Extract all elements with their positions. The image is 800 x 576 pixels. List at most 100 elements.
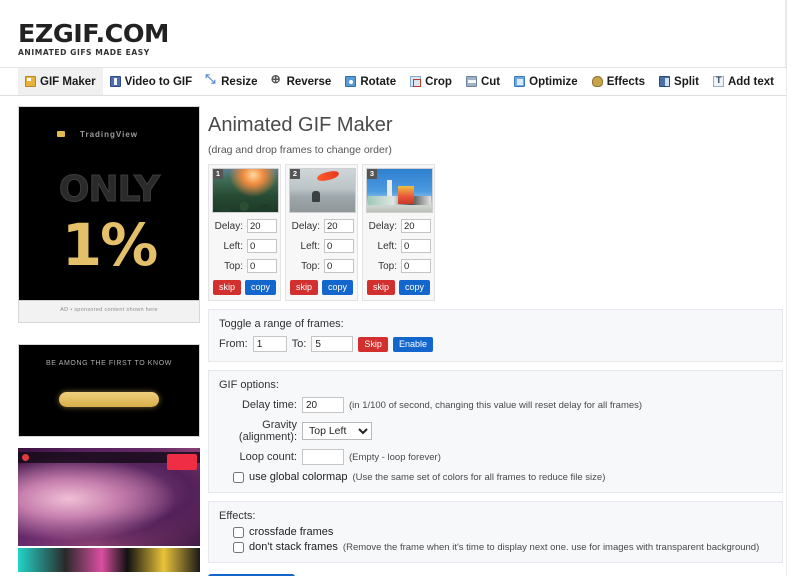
nav-item-cut[interactable]: Cut (459, 68, 507, 95)
gravity-select[interactable]: Top Left (302, 422, 372, 440)
frame-number: 2 (290, 169, 300, 179)
range-from-input[interactable] (252, 336, 287, 352)
site-header: EZGIF.COM ANIMATED GIFS MADE EASY (0, 0, 786, 67)
nav-item-split[interactable]: Split (652, 68, 706, 95)
nav-item-video-to-gif[interactable]: Video to GIF (103, 68, 200, 95)
frame-skip-button[interactable]: skip (290, 280, 319, 295)
frame-left-input[interactable] (247, 239, 277, 253)
ad-banner-secondary[interactable]: BE AMONG THE FIRST TO KNOW (18, 344, 200, 437)
nav-label: Effects (606, 75, 646, 88)
loop-count-input[interactable] (302, 449, 344, 465)
ad-banner-primary[interactable]: TradingView ONLY 1% AD • sponsored conte… (18, 106, 200, 323)
frame-item[interactable]: 2 Delay: Left: Top: skip copy (285, 164, 358, 301)
nav-item-add-text[interactable]: Add text (706, 68, 781, 95)
frame-thumbnail[interactable]: 2 (289, 168, 356, 213)
global-colormap-hint: (Use the same set of colors for all fram… (352, 471, 606, 483)
delay-time-row: Delay time: (in 1/100 of second, changin… (219, 397, 772, 413)
nav-label: Rotate (360, 75, 397, 88)
ad3-thumbnail (18, 448, 200, 546)
nav-item-rotate[interactable]: Rotate (338, 68, 403, 95)
page-subtitle: (drag and drop frames to change order) (208, 144, 392, 156)
effects-panel: Effects: crossfade frames don't stack fr… (208, 501, 783, 563)
nav-label: Crop (425, 75, 452, 88)
frame-delay-input[interactable] (401, 219, 431, 233)
effects-title: Effects: (219, 510, 256, 522)
frame-delay-input[interactable] (324, 219, 354, 233)
ad-banner-video[interactable] (18, 444, 200, 572)
range-to-input[interactable] (311, 336, 354, 352)
loop-count-hint: (Empty - loop forever) (349, 451, 441, 463)
frame-left-input[interactable] (401, 239, 431, 253)
range-enable-button[interactable]: Enable (392, 336, 433, 352)
frame-top-input[interactable] (324, 259, 354, 273)
frame-delay-input[interactable] (247, 219, 277, 233)
frame-top-row: Top: (289, 259, 354, 273)
frames-list: 1 Delay: Left: Top: skip copy (208, 164, 774, 301)
frame-thumbnail[interactable]: 3 (366, 168, 433, 213)
nav-item-reverse[interactable]: Reverse (265, 68, 339, 95)
toggle-range-panel: Toggle a range of frames: From: To: Skip… (208, 309, 783, 362)
gif-options-panel: GIF options: Delay time: (in 1/100 of se… (208, 370, 783, 493)
nav-label: Resize (221, 75, 258, 88)
frame-left-row: Left: (212, 239, 277, 253)
rotate-icon (345, 76, 357, 87)
range-skip-button[interactable]: Skip (358, 336, 388, 352)
frame-copy-button[interactable]: copy (322, 280, 354, 295)
page-root: EZGIF.COM ANIMATED GIFS MADE EASY GIF Ma… (0, 0, 800, 576)
frame-delay-row: Delay: (366, 219, 431, 233)
frame-left-label: Left: (223, 240, 243, 252)
frame-delay-label: Delay: (368, 220, 397, 232)
frame-top-label: Top: (378, 260, 397, 272)
gravity-row: Gravity (alignment): Top Left (219, 419, 772, 443)
logo-wordmark: EZGIF.COM (18, 19, 169, 48)
nav-item-optimize[interactable]: Optimize (507, 68, 585, 95)
dont-stack-checkbox[interactable] (233, 541, 244, 553)
frame-thumbnail[interactable]: 1 (212, 168, 279, 213)
frame-top-input[interactable] (247, 259, 277, 273)
toggle-range-title: Toggle a range of frames: (219, 318, 344, 330)
record-dot-icon (22, 454, 29, 461)
ad2-text: BE AMONG THE FIRST TO KNOW (46, 360, 172, 367)
nav-label: Video to GIF (124, 75, 193, 88)
frame-left-input[interactable] (324, 239, 354, 253)
frame-copy-button[interactable]: copy (399, 280, 431, 295)
gravity-label: Gravity (alignment): (238, 419, 297, 443)
site-logo[interactable]: EZGIF.COM ANIMATED GIFS MADE EASY (18, 19, 169, 57)
ad2-cta-button[interactable] (59, 392, 159, 407)
page-title: Animated GIF Maker (208, 114, 393, 136)
optimize-icon (514, 76, 526, 87)
frame-thumbnail-detail (368, 195, 431, 206)
dont-stack-row: don't stack frames (Remove the frame whe… (219, 541, 772, 553)
frame-number: 3 (367, 169, 377, 179)
delay-time-input[interactable] (302, 397, 344, 413)
loop-count-label: Loop count: (239, 451, 298, 463)
gif-maker-icon (25, 76, 36, 87)
dont-stack-hint: (Remove the frame when it's time to disp… (342, 541, 760, 553)
main-navigation: GIF Maker Video to GIF Resize Reverse Ro… (0, 67, 799, 96)
page-right-margin (786, 0, 800, 576)
nav-label: Optimize (529, 75, 578, 88)
nav-item-crop[interactable]: Crop (403, 68, 459, 95)
nav-item-effects[interactable]: Effects (585, 68, 652, 95)
nav-label: Reverse (286, 75, 332, 88)
nav-item-resize[interactable]: Resize (199, 68, 264, 95)
frame-skip-button[interactable]: skip (367, 280, 396, 295)
ad-headline: ONLY (58, 169, 160, 211)
global-colormap-checkbox[interactable] (233, 471, 244, 483)
frame-left-row: Left: (289, 239, 354, 253)
frame-item[interactable]: 1 Delay: Left: Top: skip copy (208, 164, 281, 301)
main-content: Animated GIF Maker (drag and drop frames… (200, 96, 786, 576)
ad-footer-bar: AD • sponsored content shown here (19, 300, 199, 322)
frame-copy-button[interactable]: copy (245, 280, 277, 295)
nav-item-gif-maker[interactable]: GIF Maker (18, 68, 103, 95)
crossfade-label: crossfade frames (249, 526, 334, 538)
frame-item[interactable]: 3 Delay: Left: Top: skip copy (362, 164, 435, 301)
crossfade-checkbox[interactable] (233, 526, 244, 538)
dont-stack-label: don't stack frames (249, 541, 338, 553)
nav-label: Add text (727, 75, 774, 88)
frame-top-input[interactable] (401, 259, 431, 273)
frame-actions: skip copy (366, 280, 431, 295)
frame-delay-row: Delay: (212, 219, 277, 233)
frame-left-row: Left: (366, 239, 431, 253)
frame-skip-button[interactable]: skip (213, 280, 242, 295)
